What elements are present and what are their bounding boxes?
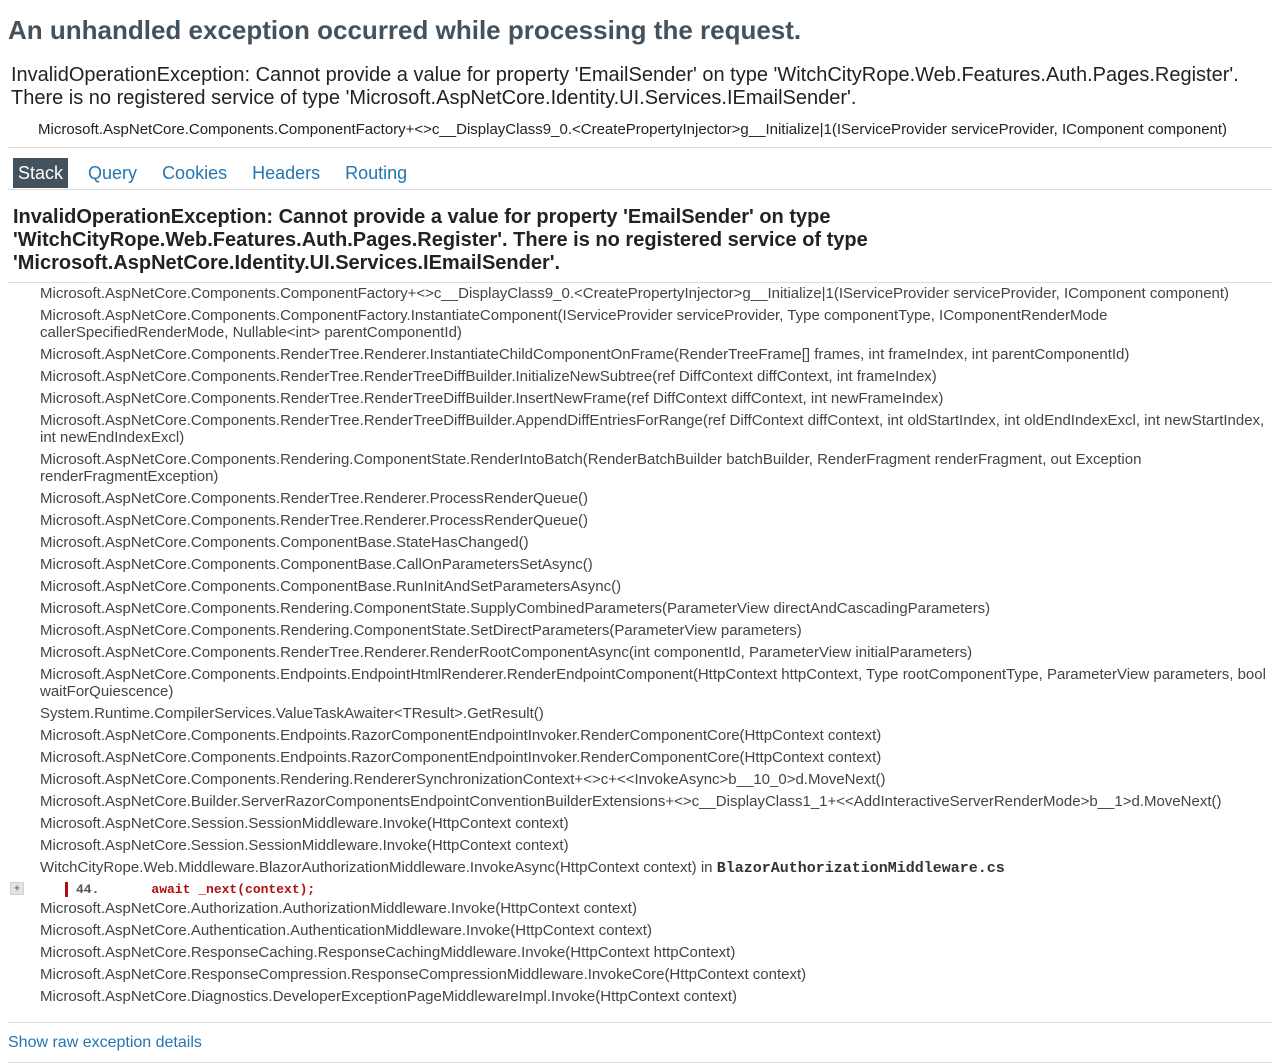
stack-frame: Microsoft.AspNetCore.Components.RenderTr… [40,390,944,407]
stack-frame: Microsoft.AspNetCore.Components.Componen… [40,578,622,595]
stack-frame: Microsoft.AspNetCore.Components.RenderTr… [40,512,589,529]
stack-frame: Microsoft.AspNetCore.ResponseCompression… [40,966,807,983]
page-title: An unhandled exception occurred while pr… [8,15,802,45]
line-number: 44. [76,882,100,897]
exception-title: InvalidOperationException: Cannot provid… [13,206,868,274]
stack-frame: Microsoft.AspNetCore.Authorization.Autho… [40,900,637,917]
stack-frame: Microsoft.AspNetCore.Components.Endpoint… [40,727,882,744]
tab-cookies[interactable]: Cookies [157,158,232,188]
expand-source-button[interactable]: + [10,882,24,895]
stack-frame: Microsoft.AspNetCore.ResponseCaching.Res… [40,944,736,961]
stack-trace: Microsoft.AspNetCore.Components.Componen… [8,282,1272,1008]
divider [8,189,1272,190]
stack-frame: Microsoft.AspNetCore.Builder.ServerRazor… [40,793,1222,810]
code-text: await _next(context); [151,882,316,897]
stack-frame: Microsoft.AspNetCore.Components.RenderTr… [40,490,589,507]
error-location: Microsoft.AspNetCore.Components.Componen… [38,121,1228,138]
tab-routing[interactable]: Routing [340,158,412,188]
stack-frame: Microsoft.AspNetCore.Components.Endpoint… [40,749,882,766]
tab-headers[interactable]: Headers [247,158,325,188]
stack-frame: Microsoft.AspNetCore.Components.RenderTr… [40,368,937,385]
source-file-name: BlazorAuthorizationMiddleware.cs [716,860,1005,877]
stack-frame: Microsoft.AspNetCore.Diagnostics.Develop… [40,988,737,1005]
tab-query[interactable]: Query [83,158,142,188]
stack-frame: Microsoft.AspNetCore.Components.Renderin… [40,771,886,788]
stack-frame: Microsoft.AspNetCore.Session.SessionMidd… [40,837,569,854]
stack-frame: Microsoft.AspNetCore.Components.Renderin… [40,622,802,639]
stack-frame: Microsoft.AspNetCore.Components.Componen… [40,556,593,573]
source-code-line: 44. await _next(context); [65,882,315,897]
stack-frame: Microsoft.AspNetCore.Authentication.Auth… [40,922,652,939]
stack-frame: Microsoft.AspNetCore.Components.Componen… [40,285,1230,302]
error-title: InvalidOperationException: Cannot provid… [11,64,1239,109]
divider [8,1022,1272,1023]
stack-frame: Microsoft.AspNetCore.Components.Renderin… [40,600,991,617]
tab-bar: Stack Query Cookies Headers Routing [8,148,1272,189]
stack-frame: Microsoft.AspNetCore.Components.RenderTr… [40,346,1130,363]
tab-stack[interactable]: Stack [13,158,69,188]
stack-frame: Microsoft.AspNetCore.Components.Renderin… [40,451,1142,485]
stack-frame: Microsoft.AspNetCore.Components.Componen… [40,307,1108,341]
frame-method: WitchCityRope.Web.Middleware.BlazorAutho… [40,859,717,876]
stack-frame: Microsoft.AspNetCore.Components.RenderTr… [40,412,1265,446]
source-code-snippet: + 44. await _next(context); [8,880,1272,898]
stack-frame: System.Runtime.CompilerServices.ValueTas… [40,705,544,722]
stack-frame-with-source: WitchCityRope.Web.Middleware.BlazorAutho… [8,857,1272,880]
stack-frame: Microsoft.AspNetCore.Components.Endpoint… [40,666,1266,700]
stack-frame: Microsoft.AspNetCore.Components.Componen… [40,534,529,551]
stack-frame: Microsoft.AspNetCore.Session.SessionMidd… [40,815,569,832]
show-raw-exception-link[interactable]: Show raw exception details [8,1033,1272,1052]
stack-frame: Microsoft.AspNetCore.Components.RenderTr… [40,644,973,661]
